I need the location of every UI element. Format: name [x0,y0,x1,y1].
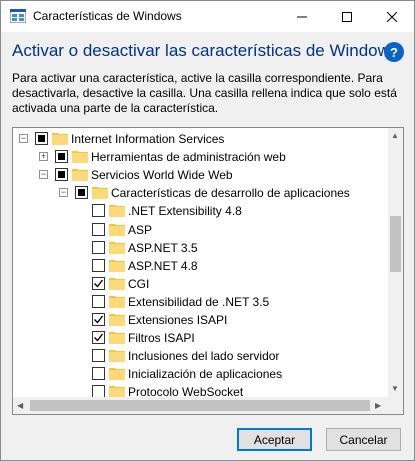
tree-item-label: Servicios World Wide Web [91,168,233,183]
tree-item[interactable]: ASP.NET 4.8 [13,256,388,275]
page-title: Activar o desactivar las características… [12,41,399,60]
minimize-icon [296,16,307,17]
scrollbar-corner [388,397,403,414]
folder-icon [109,350,125,363]
maximize-icon [341,11,352,22]
feature-checkbox[interactable] [92,294,105,308]
folder-icon [109,332,125,345]
tree-item-label: Herramientas de administración web [91,150,286,165]
tree-item-label: Extensibilidad de .NET 3.5 [128,294,270,309]
features-tree[interactable]: − Internet Information Services + Herramien… [12,127,404,415]
feature-checkbox[interactable] [92,204,105,218]
tree-item-label: CGI [128,276,150,291]
tree-item[interactable]: CGI [13,274,388,293]
scroll-right-icon[interactable]: ▶ [375,401,381,410]
folder-icon [52,133,68,145]
tree-item-label: ASP.NET 4.8 [128,258,198,273]
feature-checkbox[interactable] [55,150,68,164]
collapse-icon[interactable]: − [39,170,48,180]
tree-item-label: Inclusiones del lado servidor [128,349,280,364]
close-button[interactable] [369,1,414,32]
folder-icon [109,295,125,308]
tree-item-label: Internet Information Services [71,132,225,146]
checkmark-icon [94,333,104,342]
feature-checkbox[interactable] [92,349,105,363]
vertical-scrollbar[interactable]: ▲ ▼ [388,128,403,397]
tree-item-label: .NET Extensibility 4.8 [128,204,242,219]
tree-item[interactable]: ASP [13,220,388,239]
folder-icon [109,277,125,290]
folder-icon [109,241,125,254]
tree-item[interactable]: − Características de desarrollo de aplica… [13,183,388,202]
tree-item[interactable]: + Herramientas de administración web [13,147,388,166]
folder-icon [109,368,125,381]
scroll-down-icon[interactable]: ▼ [391,384,399,393]
tree-item-label: Características de desarrollo de aplicac… [111,186,350,201]
feature-checkbox[interactable] [92,240,105,254]
feature-checkbox[interactable] [35,132,48,145]
title-bar[interactable]: Características de Windows [1,1,414,32]
tree-item-label: ASP.NET 3.5 [128,240,198,255]
maximize-button[interactable] [324,1,369,32]
folder-icon [72,151,88,164]
checkmark-icon [94,279,104,288]
tree-item[interactable]: .NET Extensibility 4.8 [13,201,388,220]
collapse-icon[interactable]: − [19,134,28,143]
feature-checkbox[interactable] [92,331,105,345]
window-app-icon [10,9,26,23]
folder-icon [109,223,125,236]
feature-checkbox[interactable] [92,367,105,381]
feature-checkbox[interactable] [92,258,105,272]
accept-button[interactable]: Aceptar [237,428,312,451]
feature-checkbox[interactable] [92,222,105,236]
tree-item-label: Filtros ISAPI [128,331,195,346]
feature-checkbox[interactable] [92,313,105,326]
close-icon [386,11,397,22]
help-icon[interactable]: ? [384,42,404,62]
feature-checkbox[interactable] [75,186,88,200]
tree-item-label: Extensiones ISAPI [128,313,228,327]
features-dialog: Características de Windows Activar o des… [0,0,415,461]
tree-item[interactable]: Inicialización de aplicaciones [13,364,388,383]
minimize-button[interactable] [279,1,324,32]
folder-icon [92,187,108,200]
folder-icon [109,205,125,218]
tree-item[interactable]: − Internet Information Services [13,129,388,148]
horizontal-scrollbar[interactable]: ◀ ▶ [13,397,388,414]
expand-icon[interactable]: + [39,152,48,162]
description-text: Para activar una característica, active … [12,71,397,115]
scroll-up-icon[interactable]: ▲ [391,131,399,140]
collapse-icon[interactable]: − [59,188,68,198]
tree-item[interactable]: ASP.NET 3.5 [13,238,388,257]
feature-checkbox[interactable] [55,168,68,182]
horizontal-scroll-thumb[interactable] [30,400,370,411]
feature-checkbox[interactable] [92,276,105,290]
folder-icon [109,259,125,272]
checkmark-icon [94,315,104,324]
tree-item-label: Inicialización de aplicaciones [128,367,283,382]
folder-icon [109,314,125,326]
tree-item[interactable]: − Servicios World Wide Web [13,165,388,184]
scroll-left-icon[interactable]: ◀ [17,401,23,410]
tree-item[interactable]: Extensibilidad de .NET 3.5 [13,292,388,311]
cancel-button[interactable]: Cancelar [326,428,401,451]
tree-item[interactable]: Filtros ISAPI [13,328,388,347]
tree-item-label: ASP [128,222,153,237]
tree-item[interactable]: Extensiones ISAPI [13,310,388,329]
window-title: Características de Windows [33,9,182,23]
tree-item[interactable]: Inclusiones del lado servidor [13,346,388,365]
folder-icon [72,169,88,182]
vertical-scroll-thumb[interactable] [390,216,401,272]
